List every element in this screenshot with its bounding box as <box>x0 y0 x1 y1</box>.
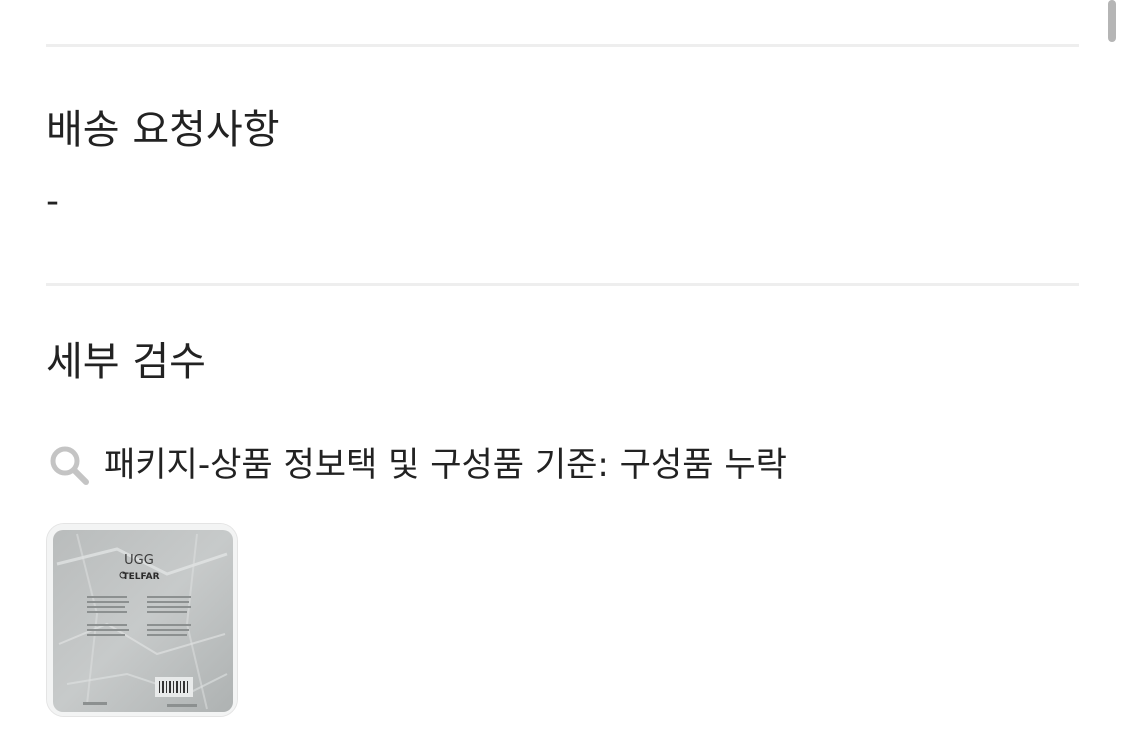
delivery-request-value: - <box>46 181 59 222</box>
brand-telfar-text: TELFAR <box>122 572 159 582</box>
order-detail-page: 배송 요청사항 - 세부 검수 패키지-상품 정보택 및 구성품 기준: 구성품… <box>0 0 1125 732</box>
inspection-photo-thumbnail[interactable]: UGG TELFAR <box>46 523 238 717</box>
inspection-finding: 패키지-상품 정보택 및 구성품 기준: 구성품 누락 <box>46 440 787 490</box>
delivery-request-title: 배송 요청사항 <box>46 107 280 153</box>
brand-ugg-text: UGG <box>124 553 154 568</box>
package-photo: UGG TELFAR <box>47 524 237 716</box>
inspection-title: 세부 검수 <box>46 339 206 385</box>
search-icon <box>50 446 89 485</box>
section-divider <box>46 44 1079 47</box>
scrollbar[interactable] <box>1108 0 1116 42</box>
inspection-finding-text: 패키지-상품 정보택 및 구성품 기준: 구성품 누락 <box>104 445 787 485</box>
section-divider <box>46 283 1079 286</box>
